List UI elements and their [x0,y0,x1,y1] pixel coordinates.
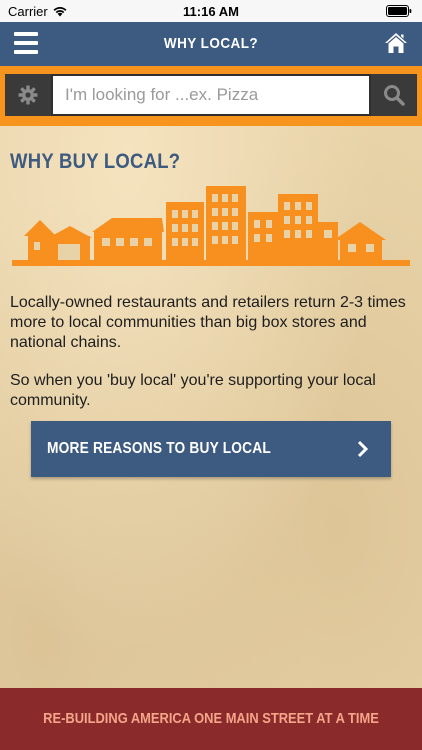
gear-icon [18,85,38,105]
status-time: 11:16 AM [183,4,239,19]
settings-button[interactable] [5,74,51,116]
battery-icon [386,5,412,17]
footer-tagline: RE-BUILDING AMERICA ONE MAIN STREET AT A… [43,710,379,727]
search-icon [384,85,405,106]
search-input[interactable] [53,76,369,114]
more-reasons-label: MORE REASONS TO BUY LOCAL [47,440,271,457]
search-box [5,74,417,116]
nav-bar: WHY LOCAL? [0,22,422,66]
search-button[interactable] [371,74,417,116]
intro-paragraph: Locally-owned restaurants and retailers … [10,294,406,351]
chevron-right-icon [357,440,369,458]
page-title: WHY LOCAL? [163,35,259,52]
section-title: WHY BUY LOCAL? [10,150,181,173]
search-bar [0,66,422,126]
status-bar: Carrier 11:16 AM [0,0,422,22]
footer-banner: RE-BUILDING AMERICA ONE MAIN STREET AT A… [0,688,422,750]
city-skyline-illustration [12,186,410,266]
more-reasons-button[interactable]: MORE REASONS TO BUY LOCAL [31,421,391,477]
support-paragraph: So when you 'buy local' you're supportin… [10,372,376,409]
home-icon[interactable] [384,31,408,55]
